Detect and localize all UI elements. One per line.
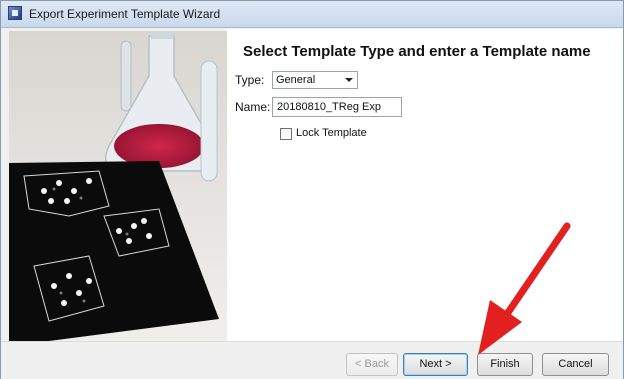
type-select[interactable]: General — [272, 71, 358, 89]
lock-template-checkbox[interactable] — [280, 128, 292, 140]
next-button[interactable]: Next > — [403, 353, 468, 376]
button-bar: < Back Next > Finish Cancel — [1, 341, 623, 379]
wizard-content-panel: Select Template Type and enter a Templat… — [227, 29, 623, 341]
dropdown-arrow-icon — [345, 78, 353, 82]
cancel-button[interactable]: Cancel — [542, 353, 609, 376]
title-bar[interactable]: Export Experiment Template Wizard — [1, 1, 623, 28]
window-title: Export Experiment Template Wizard — [29, 7, 221, 21]
finish-button[interactable]: Finish — [477, 353, 533, 376]
template-name-value: 20180810_TReg Exp — [277, 101, 381, 113]
wizard-window: Export Experiment Template Wizard Select… — [0, 0, 624, 379]
app-icon — [8, 6, 22, 20]
wizard-illustration — [9, 31, 227, 342]
template-name-input[interactable]: 20180810_TReg Exp — [272, 97, 402, 117]
type-label: Type: — [235, 73, 265, 87]
back-button[interactable]: < Back — [346, 353, 398, 376]
type-select-value: General — [276, 74, 316, 86]
lock-template-label[interactable]: Lock Template — [296, 127, 367, 139]
name-label: Name: — [235, 100, 271, 114]
page-heading: Select Template Type and enter a Templat… — [243, 43, 591, 60]
lab-flask-image — [9, 31, 227, 342]
